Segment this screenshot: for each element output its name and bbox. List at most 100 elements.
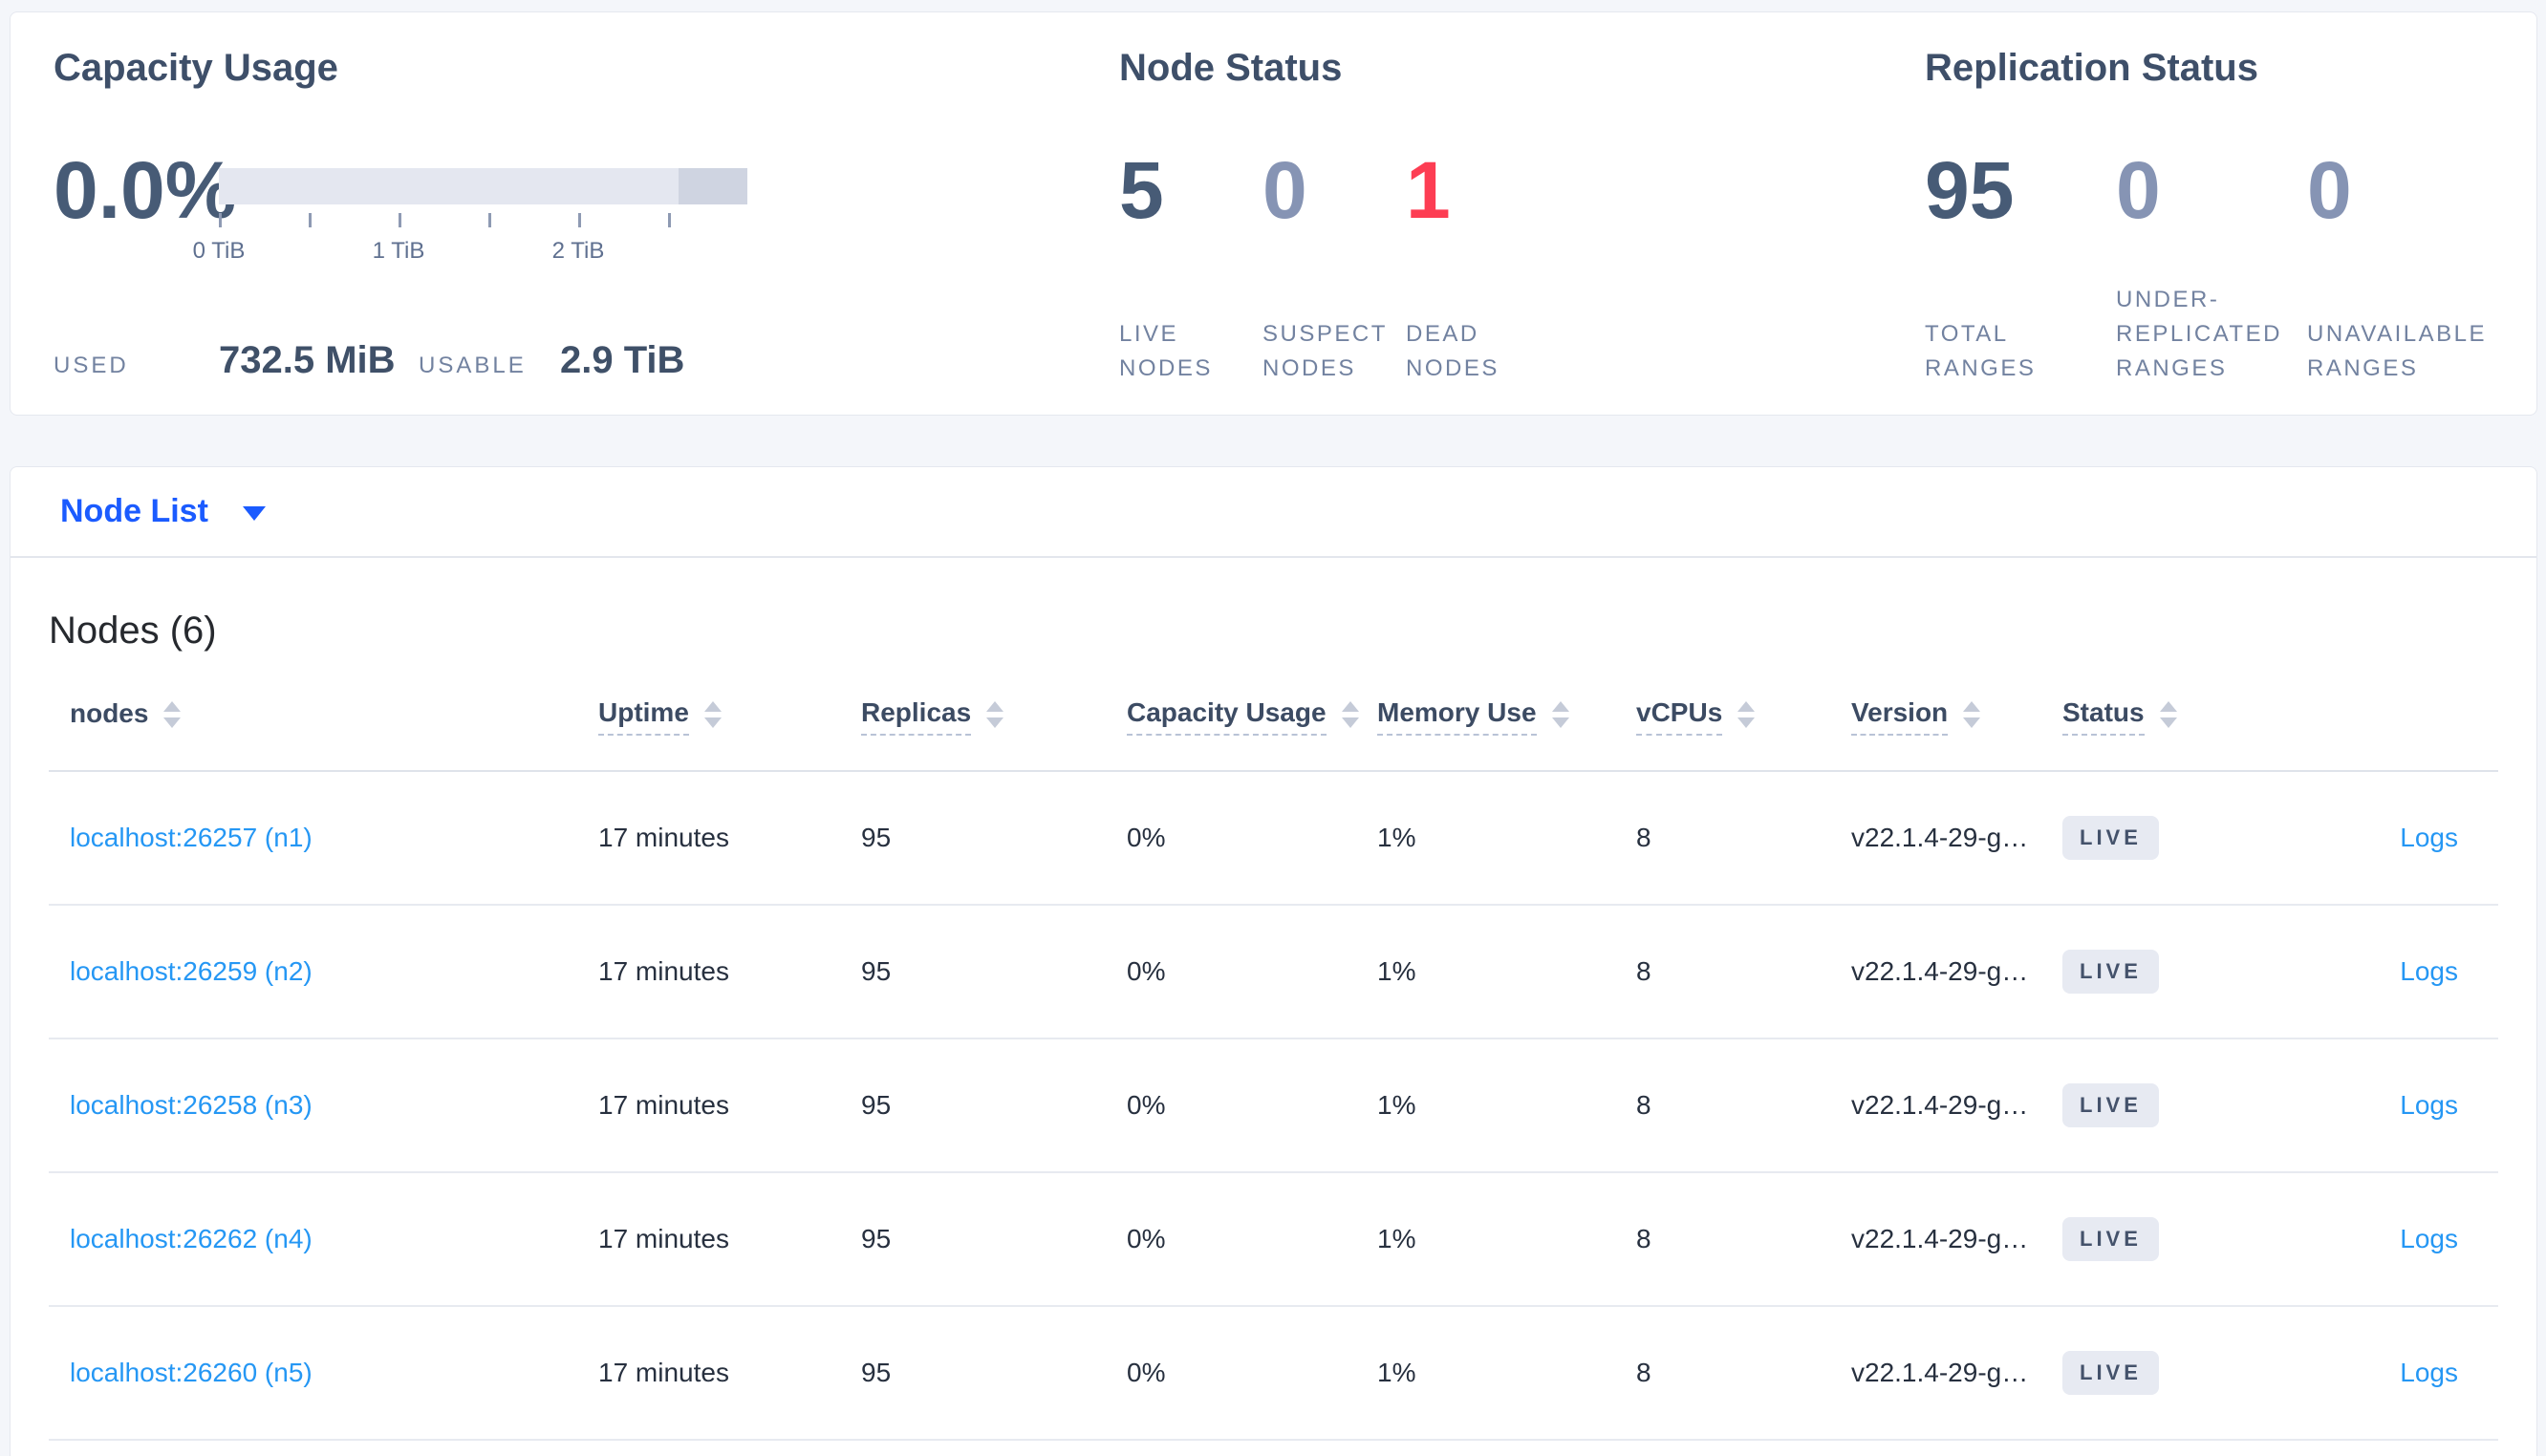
axis-tick <box>488 213 491 227</box>
column-header-label: nodes <box>70 698 149 728</box>
stat-value: 0 <box>2116 145 2161 235</box>
vcpus-cell: 8 <box>1636 1224 1651 1253</box>
node-link[interactable]: localhost:26257 (n1) <box>70 823 313 852</box>
replicas-cell: 95 <box>861 1358 892 1387</box>
column-header[interactable]: Uptime <box>598 697 861 736</box>
sort-icon[interactable] <box>1551 701 1569 728</box>
stat-label: LIVE NODES <box>1119 321 1213 381</box>
status-badge: LIVE <box>2062 1351 2159 1395</box>
version-cell: v22.1.4-29-g… <box>1851 956 2029 986</box>
column-header-label: Status <box>2062 697 2145 736</box>
chevron-down-icon <box>242 506 266 521</box>
stat-column: 0 UNDER-REPLICATED RANGES <box>2116 12 2299 415</box>
node-link[interactable]: localhost:26260 (n5) <box>70 1358 313 1387</box>
node-link[interactable]: localhost:26259 (n2) <box>70 956 313 986</box>
node-row: localhost:26259 (n2) 17 minutes 95 0% 1%… <box>49 906 2498 1039</box>
column-header[interactable]: vCPUs <box>1636 697 1851 736</box>
version-cell: v22.1.4-29-g… <box>1851 1090 2029 1120</box>
replicas-cell: 95 <box>861 1090 892 1120</box>
memory-use-cell: 1% <box>1377 823 1416 852</box>
status-cell: LIVE <box>2062 1351 2301 1395</box>
logs-cell: Logs <box>2301 823 2498 853</box>
column-header[interactable]: nodes <box>49 697 598 736</box>
capacity-bar-other-segment <box>679 168 747 204</box>
stat-column: 95 TOTAL RANGES <box>1925 12 2108 415</box>
used-value: 732.5 MiB <box>219 339 396 381</box>
axis-tick <box>309 213 312 227</box>
logs-cell: Logs <box>2301 1224 2498 1254</box>
uptime-cell: 17 minutes <box>598 1090 729 1120</box>
cluster-summary-card: Capacity Usage 0.0% 0 TiB 1 TiB 2 TiB USED… <box>10 11 2537 416</box>
nodes-table-header: nodes Uptime Replicas Capacity Usage Mem… <box>49 697 2498 772</box>
sort-icon[interactable] <box>1341 701 1359 728</box>
replicas-cell: 95 <box>861 823 892 852</box>
axis-tick-label: 1 TiB <box>372 238 425 264</box>
logs-cell: Logs <box>2301 1090 2498 1121</box>
node-address-cell: localhost:26260 (n5) <box>49 1358 598 1388</box>
view-selector-dropdown[interactable]: Node List <box>11 467 2536 558</box>
column-header-label: Uptime <box>598 697 689 736</box>
sort-icon[interactable] <box>1737 701 1756 728</box>
vcpus-cell: 8 <box>1636 1358 1651 1387</box>
vcpus-cell: 8 <box>1636 956 1651 986</box>
memory-use-cell: 1% <box>1377 1358 1416 1387</box>
logs-link[interactable]: Logs <box>2400 823 2458 852</box>
column-header[interactable]: Memory Use <box>1377 697 1636 736</box>
uptime-cell: 17 minutes <box>598 823 729 852</box>
version-cell: v22.1.4-29-g… <box>1851 1358 2029 1387</box>
uptime-cell: 17 minutes <box>598 1224 729 1253</box>
column-header[interactable]: Status <box>2062 697 2301 736</box>
column-header[interactable]: Replicas <box>861 697 1127 736</box>
status-badge: LIVE <box>2062 950 2159 994</box>
node-link[interactable]: localhost:26262 (n4) <box>70 1224 313 1253</box>
status-cell: LIVE <box>2062 816 2301 860</box>
capacity-usage-cell: 0% <box>1127 956 1166 986</box>
node-address-cell: localhost:26258 (n3) <box>49 1090 598 1121</box>
stat-value: 0 <box>2307 145 2352 235</box>
sort-icon[interactable] <box>986 701 1004 728</box>
memory-use-cell: 1% <box>1377 1090 1416 1120</box>
sort-icon[interactable] <box>1963 701 1981 728</box>
sort-icon[interactable] <box>163 701 182 728</box>
axis-tick <box>219 213 222 227</box>
logs-cell: Logs <box>2301 956 2498 987</box>
axis-tick <box>399 213 401 227</box>
sort-icon[interactable] <box>703 701 722 728</box>
status-cell: LIVE <box>2062 1217 2301 1261</box>
vcpus-cell: 8 <box>1636 1090 1651 1120</box>
version-cell: v22.1.4-29-g… <box>1851 1224 2029 1253</box>
logs-link[interactable]: Logs <box>2400 1090 2458 1120</box>
node-address-cell: localhost:26259 (n2) <box>49 956 598 987</box>
node-address-cell: localhost:26262 (n4) <box>49 1224 598 1254</box>
status-cell: LIVE <box>2062 950 2301 994</box>
stat-label: TOTAL RANGES <box>1925 321 2037 381</box>
node-link[interactable]: localhost:26258 (n3) <box>70 1090 313 1120</box>
logs-link[interactable]: Logs <box>2400 1358 2458 1387</box>
memory-use-cell: 1% <box>1377 1224 1416 1253</box>
axis-tick-label: 0 TiB <box>192 238 246 264</box>
axis-tick <box>668 213 671 227</box>
status-badge: LIVE <box>2062 1217 2159 1261</box>
stat-column: 1 DEAD NODES <box>1406 12 1549 415</box>
column-header-label: Memory Use <box>1377 697 1537 736</box>
stat-value: 5 <box>1119 145 1164 235</box>
node-row: localhost:26260 (n5) 17 minutes 95 0% 1%… <box>49 1307 2498 1441</box>
column-header[interactable]: Version <box>1851 697 2062 736</box>
capacity-usage-cell: 0% <box>1127 1090 1166 1120</box>
stat-column: 0 SUSPECT NODES <box>1262 12 1406 415</box>
view-selector-label: Node List <box>60 493 208 529</box>
status-badge: LIVE <box>2062 1083 2159 1127</box>
replicas-cell: 95 <box>861 1224 892 1253</box>
capacity-usage-cell: 0% <box>1127 1224 1166 1253</box>
sort-icon[interactable] <box>2159 701 2177 728</box>
stat-label: UNAVAILABLE RANGES <box>2307 321 2488 381</box>
stat-value: 0 <box>1262 145 1307 235</box>
capacity-usage-title: Capacity Usage <box>54 47 338 89</box>
replicas-cell: 95 <box>861 956 892 986</box>
nodes-title: Nodes (6) <box>49 610 217 652</box>
stat-value: 1 <box>1406 145 1451 235</box>
usable-value: 2.9 TiB <box>560 339 685 381</box>
column-header[interactable]: Capacity Usage <box>1127 697 1377 736</box>
logs-link[interactable]: Logs <box>2400 956 2458 986</box>
logs-link[interactable]: Logs <box>2400 1224 2458 1253</box>
